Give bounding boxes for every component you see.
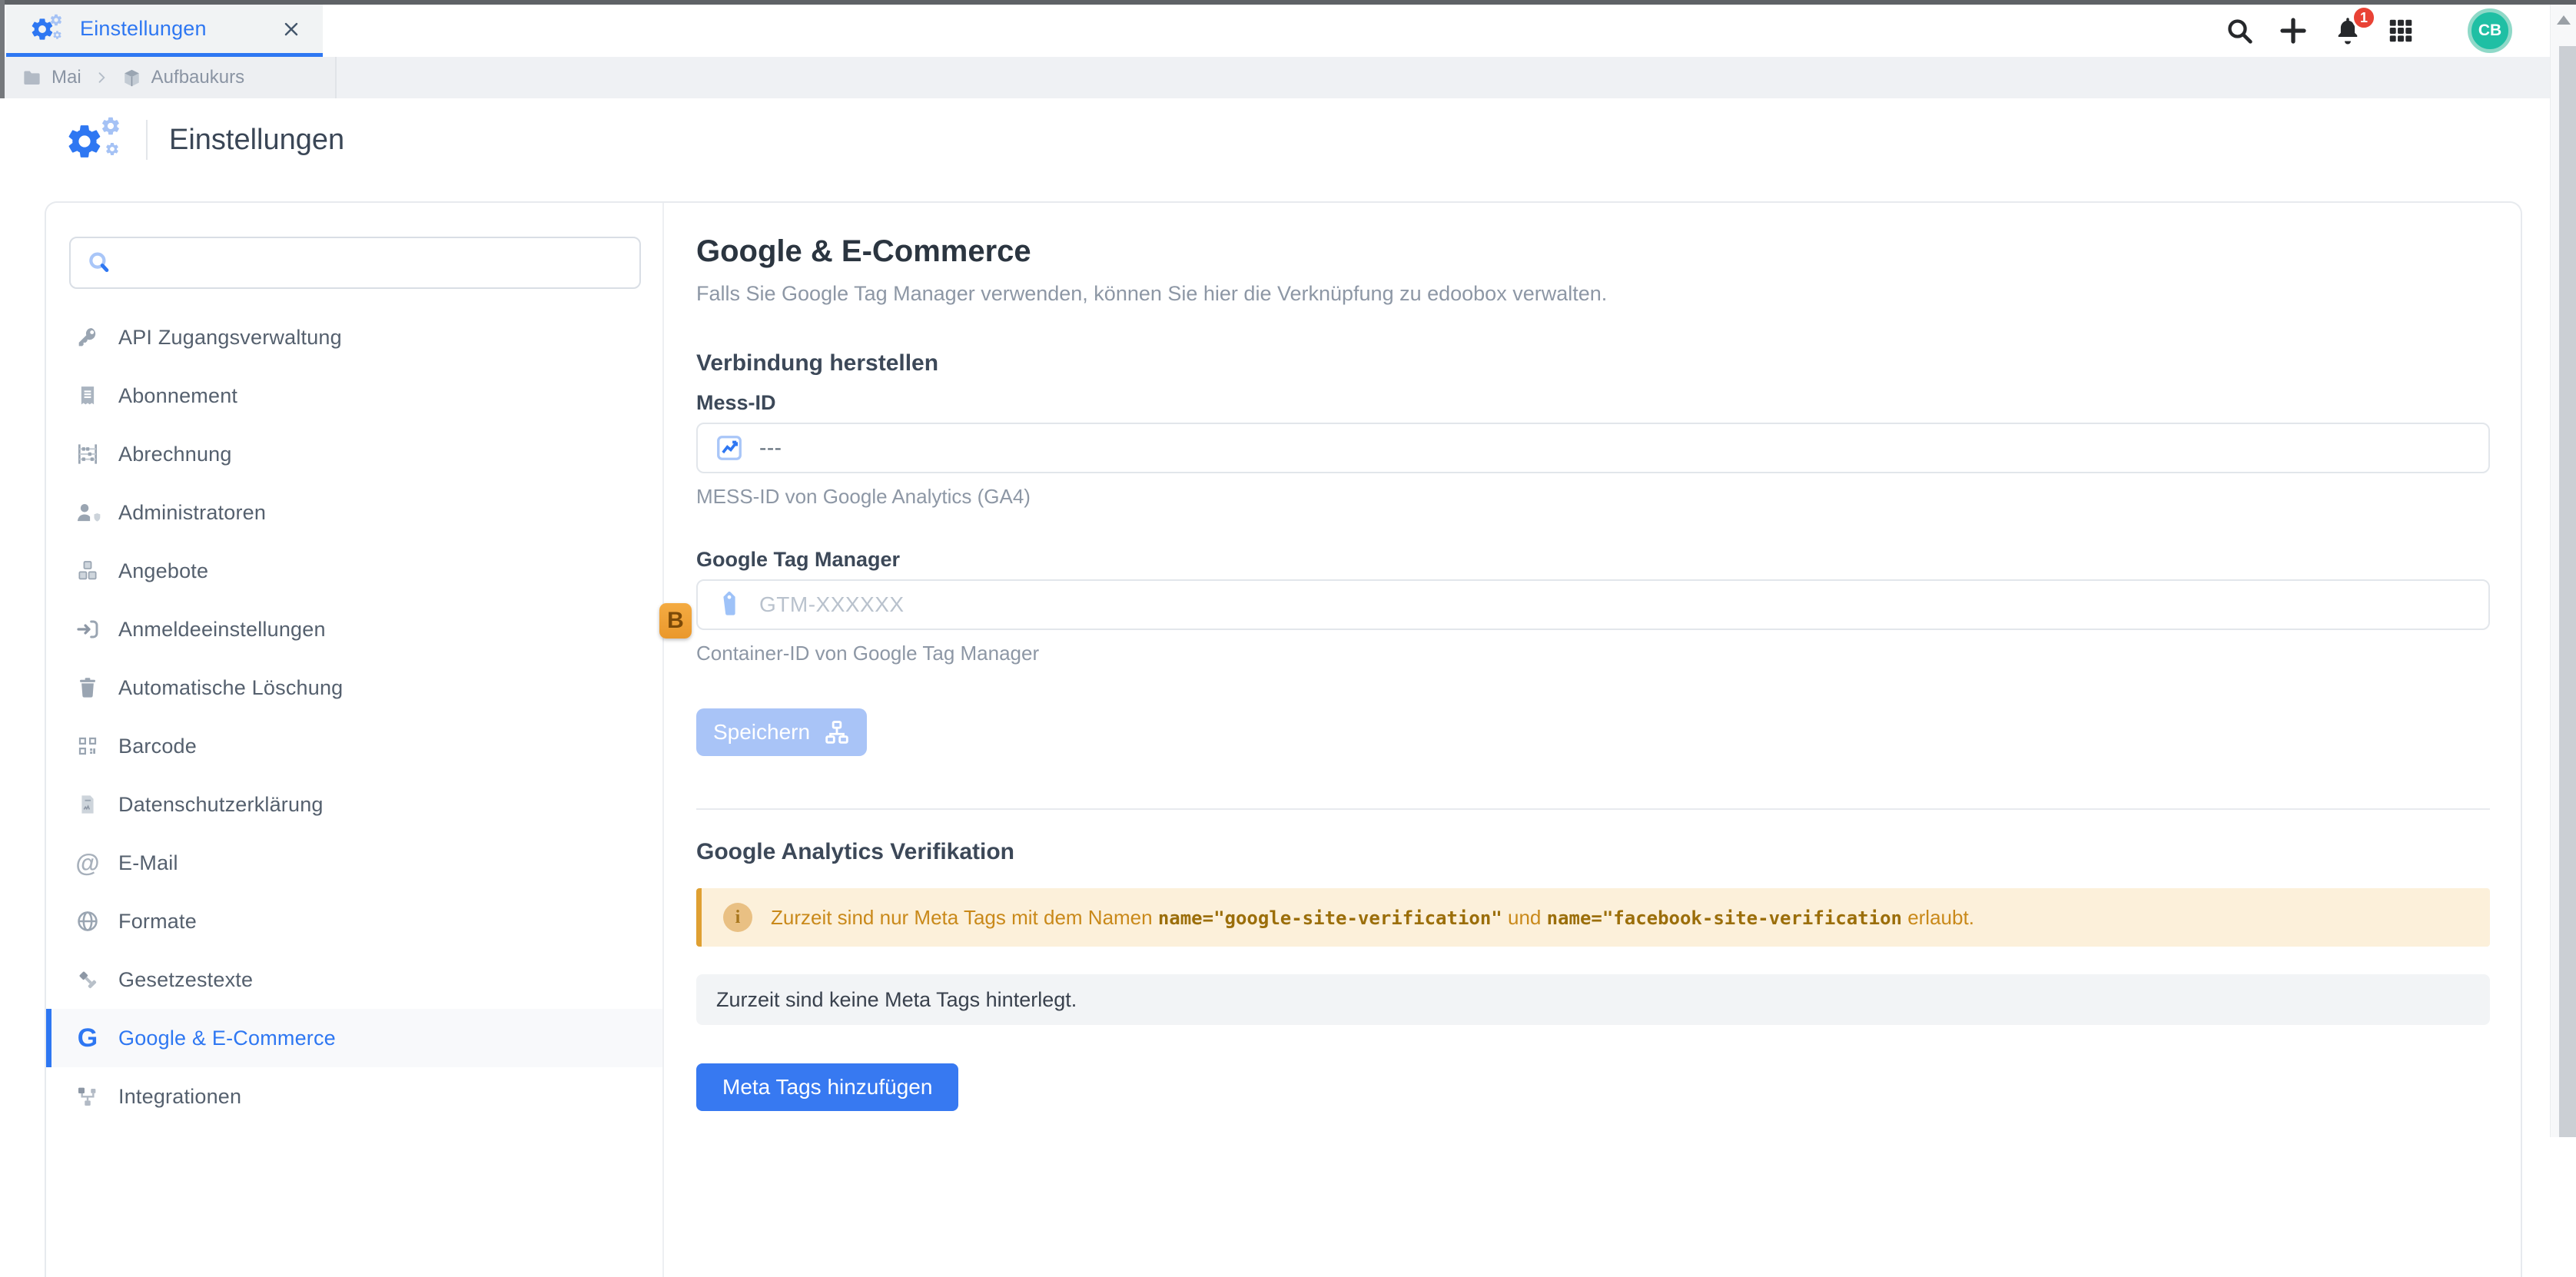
sidebar-item-gesetzestexte[interactable]: Gesetzestexte (46, 950, 662, 1009)
sidebar-item-angebote[interactable]: Angebote (46, 542, 662, 600)
meta-tags-empty-state: Zurzeit sind keine Meta Tags hinterlegt. (696, 974, 2490, 1025)
integrations-icon (74, 1084, 101, 1109)
sidebar-item-datenschutzerklaerung[interactable]: Datenschutzerklärung (46, 775, 662, 834)
section-description: Falls Sie Google Tag Manager verwenden, … (696, 280, 2490, 307)
avatar[interactable]: CB (2468, 8, 2512, 53)
gtm-inputbox (696, 579, 2490, 630)
sidebar-item-formate[interactable]: Formate (46, 892, 662, 950)
notifications-bell-icon[interactable]: 1 (2332, 15, 2364, 47)
add-icon[interactable] (2277, 15, 2309, 47)
close-icon[interactable] (280, 18, 303, 41)
section-divider (696, 808, 2490, 810)
save-button[interactable]: Speichern (696, 708, 867, 756)
google-g-icon: G (74, 1024, 101, 1052)
sidebar-item-anmeldeeinstellungen[interactable]: Anmeldeeinstellungen (46, 600, 662, 658)
sidebar-item-google-ecommerce[interactable]: G Google & E-Commerce (46, 1009, 662, 1067)
gtm-label: Google Tag Manager (696, 547, 2490, 572)
sidebar-search (69, 237, 641, 289)
mess-id-label: Mess-ID (696, 390, 2490, 415)
header-divider (146, 120, 148, 160)
gavel-icon (74, 967, 101, 992)
mess-id-inputbox (696, 423, 2490, 473)
scrollbar-thumb[interactable] (2559, 46, 2576, 1137)
gears-icon (29, 13, 65, 45)
sidebar-item-integrationen[interactable]: Integrationen (46, 1067, 662, 1126)
chevron-right-icon (94, 70, 109, 85)
sidebar-nav: API Zugangsverwaltung Abonnement Abrechn… (46, 308, 662, 1126)
window-left-edge (0, 0, 5, 98)
tag-icon (715, 590, 744, 619)
sign-in-icon (74, 617, 101, 642)
search-icon[interactable] (2224, 15, 2255, 46)
page-header: Einstellungen (65, 114, 344, 166)
verification-title: Google Analytics Verifikation (696, 838, 2490, 867)
sidebar-search-input[interactable] (124, 251, 624, 275)
gtm-helper: Container-ID von Google Tag Manager (696, 641, 2490, 665)
mess-id-input[interactable] (759, 436, 2471, 460)
notification-badge: 1 (2352, 5, 2376, 30)
settings-sidebar: API Zugangsverwaltung Abonnement Abrechn… (46, 203, 664, 1277)
save-button-label: Speichern (713, 720, 810, 745)
info-icon: i (723, 903, 752, 932)
barcode-icon (74, 734, 101, 758)
main-content: Google & E-Commerce Falls Sie Google Tag… (696, 203, 2521, 1277)
breadcrumb-item-aufbaukurs[interactable]: Aufbaukurs (121, 67, 244, 88)
scroll-up-arrow-icon[interactable] (2557, 15, 2571, 25)
add-meta-tags-button[interactable]: Meta Tags hinzufügen (696, 1063, 958, 1111)
search-icon (86, 250, 112, 276)
receipt-icon (74, 383, 101, 408)
settings-gears-icon (65, 115, 124, 164)
breadcrumb: Mai Aufbaukurs (5, 57, 337, 98)
sidebar-item-barcode[interactable]: Barcode (46, 717, 662, 775)
breadcrumb-item-mai[interactable]: Mai (22, 67, 81, 88)
privacy-document-icon (74, 792, 101, 817)
key-icon (74, 325, 101, 350)
at-sign-icon: @ (74, 849, 101, 877)
scrollbar[interactable] (2550, 5, 2576, 1137)
sidebar-item-automatische-loeschung[interactable]: Automatische Löschung (46, 658, 662, 717)
tab-title: Einstellungen (80, 17, 207, 41)
sidebar-item-api-zugangsverwaltung[interactable]: API Zugangsverwaltung (46, 308, 662, 367)
trash-icon (74, 675, 101, 700)
analytics-chart-icon (715, 433, 744, 463)
settings-card: API Zugangsverwaltung Abonnement Abrechn… (45, 201, 2522, 1277)
annotation-marker-b[interactable]: B (659, 603, 692, 638)
gtm-input[interactable] (759, 592, 2471, 617)
sidebar-item-administratoren[interactable]: Administratoren (46, 483, 662, 542)
sidebar-item-abrechnung[interactable]: Abrechnung (46, 425, 662, 483)
sitemap-icon (824, 719, 850, 745)
notice-text: Zurzeit sind nur Meta Tags mit dem Namen… (771, 904, 1974, 931)
page-title: Einstellungen (169, 124, 344, 157)
package-icon (121, 68, 142, 88)
window-top-edge (0, 0, 2576, 5)
section-heading: Google & E-Commerce (696, 232, 2490, 270)
folder-icon (22, 68, 42, 88)
globe-icon (74, 909, 101, 934)
verification-notice: i Zurzeit sind nur Meta Tags mit dem Nam… (696, 888, 2490, 947)
tab-einstellungen[interactable]: Einstellungen (6, 5, 323, 57)
abacus-icon (74, 442, 101, 466)
topbar-actions: 1 CB (2224, 5, 2512, 57)
apps-grid-icon[interactable] (2386, 16, 2415, 45)
sidebar-item-abonnement[interactable]: Abonnement (46, 367, 662, 425)
admin-user-icon (74, 500, 101, 525)
breadcrumb-bar: Mai Aufbaukurs (0, 57, 2576, 98)
connection-title: Verbindung herstellen (696, 349, 2490, 378)
cubes-icon (74, 559, 101, 583)
sidebar-item-email[interactable]: @ E-Mail (46, 834, 662, 892)
mess-id-helper: MESS-ID von Google Analytics (GA4) (696, 484, 2490, 509)
tab-bar: Einstellungen (5, 5, 2576, 57)
